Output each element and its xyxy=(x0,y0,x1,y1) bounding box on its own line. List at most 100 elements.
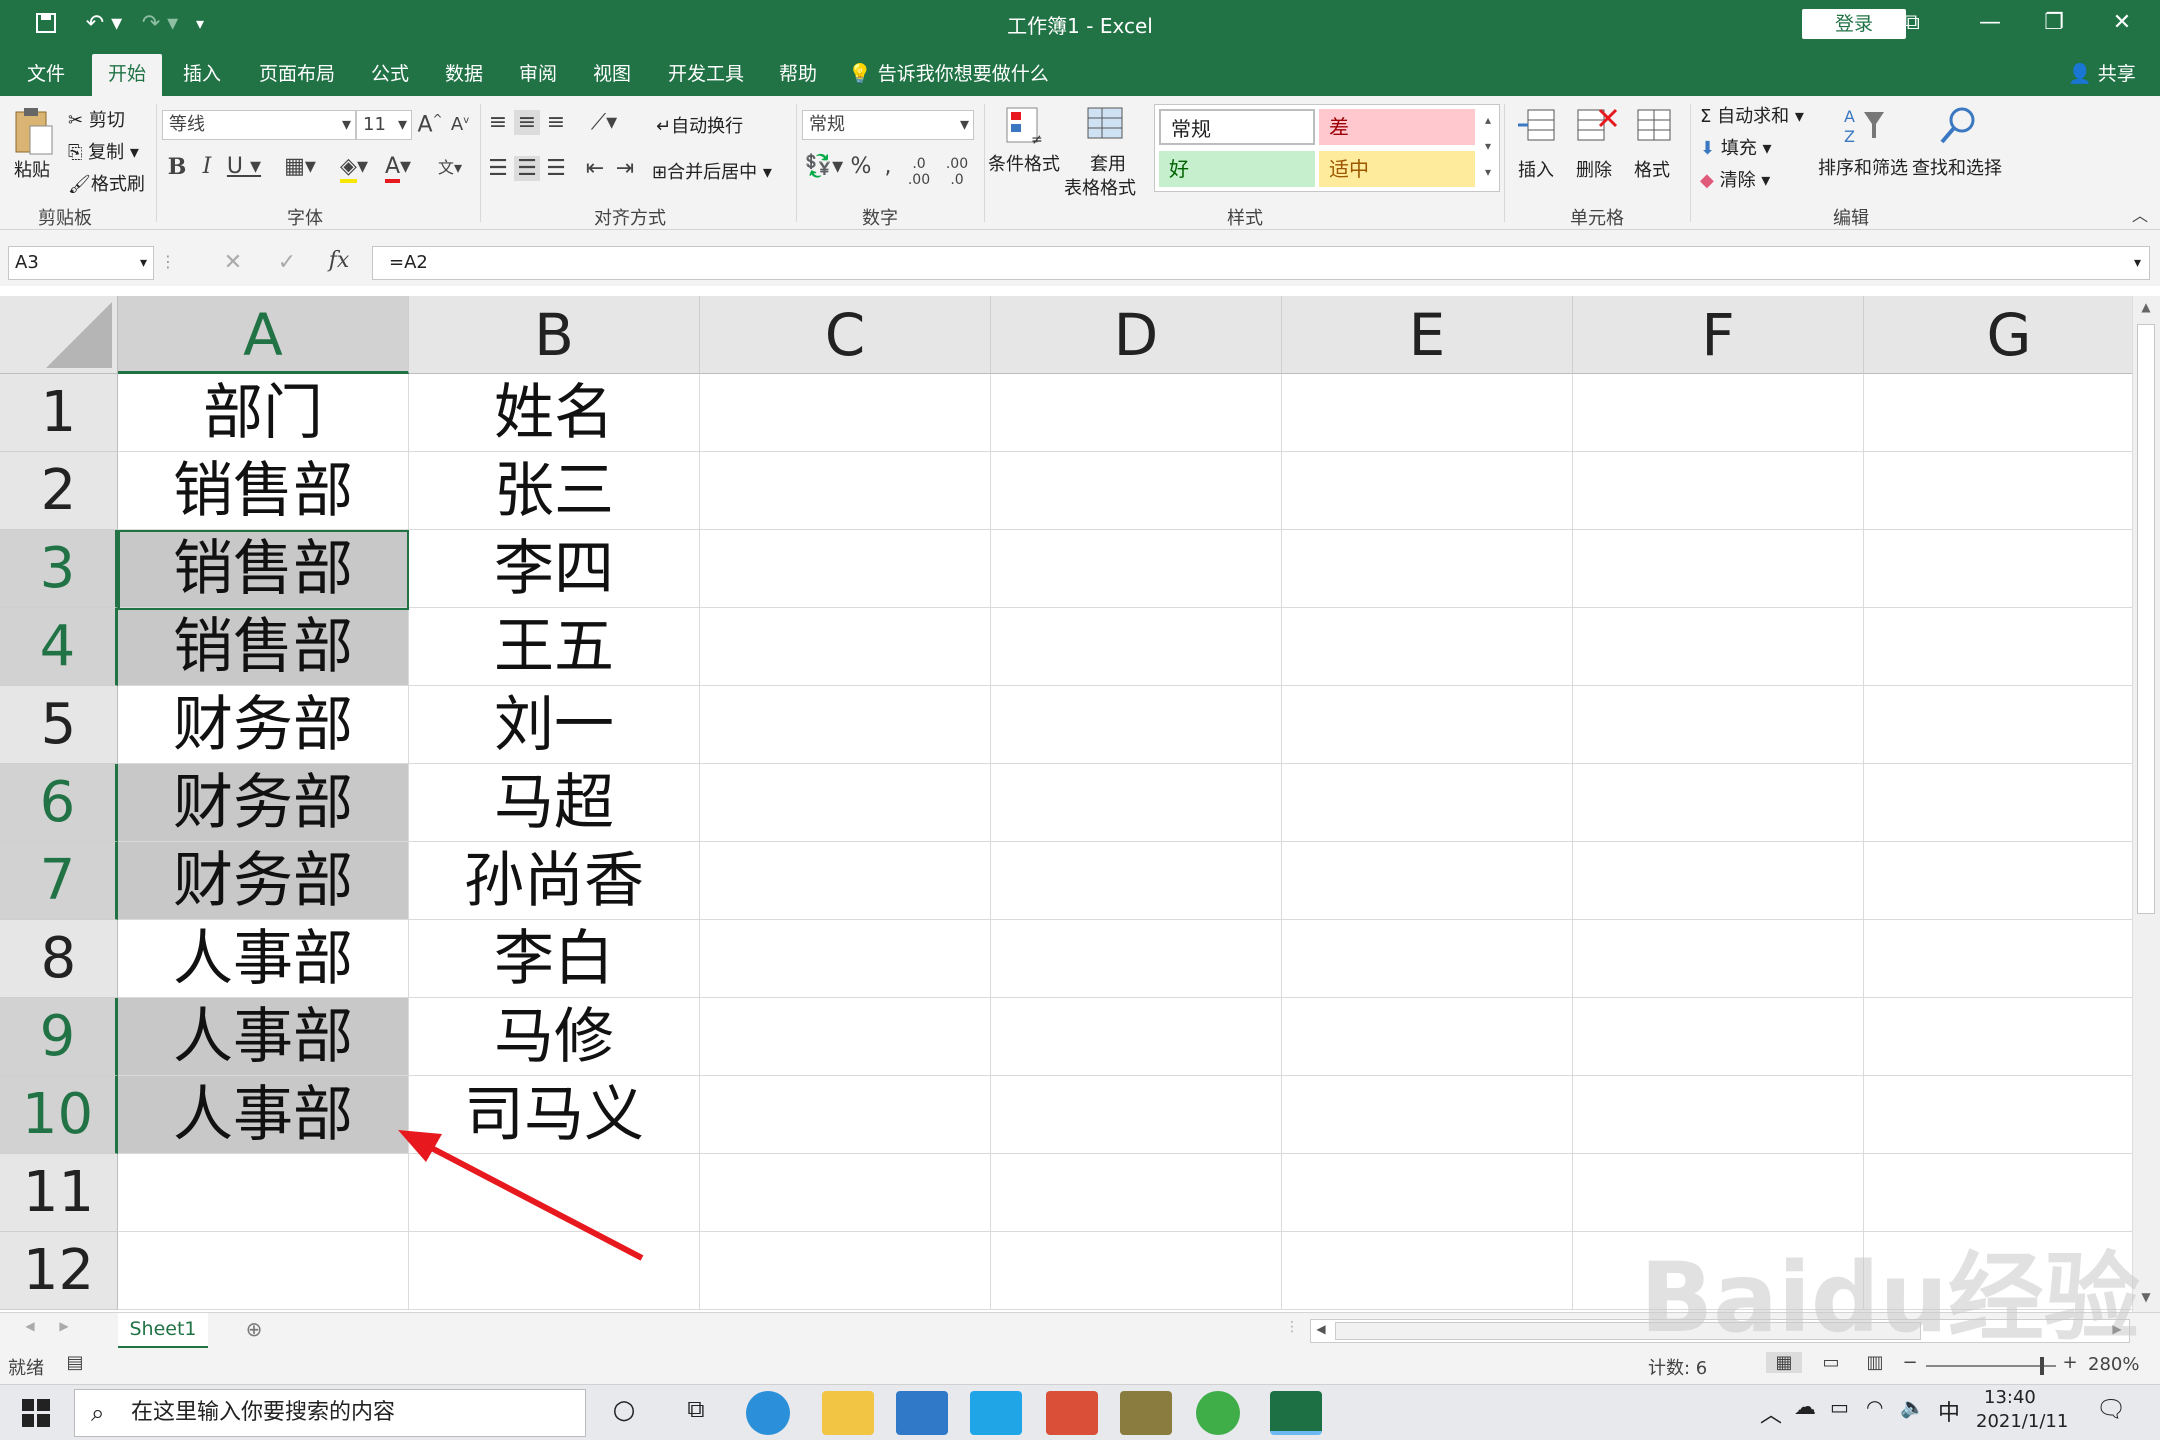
column-header-g[interactable]: G xyxy=(1864,296,2132,374)
file-explorer-icon[interactable] xyxy=(822,1391,874,1435)
scroll-up-icon[interactable]: ▲ xyxy=(2135,300,2157,314)
italic-icon[interactable]: I xyxy=(196,154,218,179)
cell-b9[interactable]: 马修 xyxy=(409,998,700,1076)
scroll-left-icon[interactable]: ◀ xyxy=(1311,1322,1331,1336)
cell-g5[interactable] xyxy=(1864,686,2132,764)
clear-button[interactable]: ◆ 清除 ▾ xyxy=(1700,166,1770,192)
column-header-e[interactable]: E xyxy=(1282,296,1573,374)
cell-b4[interactable]: 王五 xyxy=(409,608,700,686)
cell-c2[interactable] xyxy=(700,452,991,530)
tab-page-layout[interactable]: 页面布局 xyxy=(250,54,344,96)
decrease-decimal-icon[interactable]: .00.0 xyxy=(940,156,974,188)
format-as-table-button[interactable]: 套用 表格格式 xyxy=(1064,102,1148,199)
cell-g9[interactable] xyxy=(1864,998,2132,1076)
qq-icon[interactable] xyxy=(1046,1391,1098,1435)
cell-e3[interactable] xyxy=(1282,530,1573,608)
cell-a9[interactable]: 人事部 xyxy=(118,998,409,1076)
cell-e5[interactable] xyxy=(1282,686,1573,764)
font-color-icon[interactable]: A▾ xyxy=(378,154,418,183)
cell-a4[interactable]: 销售部 xyxy=(118,608,409,686)
cell-d11[interactable] xyxy=(991,1154,1282,1232)
cell-c6[interactable] xyxy=(700,764,991,842)
align-center-icon[interactable]: ☰ xyxy=(514,156,540,181)
comma-icon[interactable]: , xyxy=(878,154,898,179)
tell-me-box[interactable]: 💡 告诉我你想要做什么 xyxy=(848,54,1049,94)
column-header-a[interactable]: A xyxy=(118,296,409,374)
align-left-icon[interactable]: ☰ xyxy=(486,156,510,181)
cancel-icon[interactable]: ✕ xyxy=(218,250,248,275)
onedrive-icon[interactable]: ☁ xyxy=(1794,1395,1816,1420)
name-box[interactable]: A3 ▾ xyxy=(8,246,154,280)
cut-button[interactable]: ✂ 剪切 xyxy=(68,106,125,132)
tab-data[interactable]: 数据 xyxy=(434,54,494,96)
fill-button[interactable]: ⬇ 填充 ▾ xyxy=(1700,134,1772,160)
cell-d10[interactable] xyxy=(991,1076,1282,1154)
cell-b2[interactable]: 张三 xyxy=(409,452,700,530)
cell-c1[interactable] xyxy=(700,374,991,452)
cell-g10[interactable] xyxy=(1864,1076,2132,1154)
cell-a8[interactable]: 人事部 xyxy=(118,920,409,998)
phonetic-icon[interactable]: 文▾ xyxy=(430,154,470,178)
style-bad[interactable]: 差 xyxy=(1319,109,1475,145)
cell-g3[interactable] xyxy=(1864,530,2132,608)
vertical-scroll-thumb[interactable] xyxy=(2137,324,2155,914)
cell-e12[interactable] xyxy=(1282,1232,1573,1310)
cell-c9[interactable] xyxy=(700,998,991,1076)
cell-e11[interactable] xyxy=(1282,1154,1573,1232)
edge-icon[interactable] xyxy=(746,1391,790,1435)
column-header-b[interactable]: B xyxy=(409,296,700,374)
volume-icon[interactable]: 🔈 xyxy=(1900,1395,1925,1419)
cell-f8[interactable] xyxy=(1573,920,1864,998)
cell-a11[interactable] xyxy=(118,1154,409,1232)
cell-f10[interactable] xyxy=(1573,1076,1864,1154)
cell-g2[interactable] xyxy=(1864,452,2132,530)
minimize-icon[interactable]: — xyxy=(1960,4,2020,42)
collapse-ribbon-icon[interactable]: ︿ xyxy=(2128,202,2152,226)
tab-help[interactable]: 帮助 xyxy=(768,54,828,96)
notification-icon[interactable]: 🗨 xyxy=(2096,1395,2126,1423)
close-icon[interactable]: ✕ xyxy=(2092,4,2152,42)
cell-c8[interactable] xyxy=(700,920,991,998)
cell-g4[interactable] xyxy=(1864,608,2132,686)
cell-e6[interactable] xyxy=(1282,764,1573,842)
task-view-icon[interactable]: ⧉ xyxy=(676,1395,716,1423)
copy-button[interactable]: ⎘ 复制 ▾ xyxy=(68,138,139,164)
format-cells-button[interactable]: 格式 xyxy=(1626,102,1682,198)
fill-color-icon[interactable]: ◈▾ xyxy=(334,154,374,183)
cell-f1[interactable] xyxy=(1573,374,1864,452)
cell-d6[interactable] xyxy=(991,764,1282,842)
cell-e9[interactable] xyxy=(1282,998,1573,1076)
row-header-8[interactable]: 8 xyxy=(0,920,118,998)
cell-d8[interactable] xyxy=(991,920,1282,998)
font-name-select[interactable]: 等线 ▾ xyxy=(162,110,356,140)
row-header-11[interactable]: 11 xyxy=(0,1154,118,1232)
row-header-12[interactable]: 12 xyxy=(0,1232,118,1310)
cell-b1[interactable]: 姓名 xyxy=(409,374,700,452)
add-sheet-icon[interactable]: ⊕ xyxy=(240,1317,268,1341)
cell-g7[interactable] xyxy=(1864,842,2132,920)
sheet-tab-sheet1[interactable]: Sheet1 xyxy=(118,1313,208,1349)
tray-chevron-icon[interactable]: ︿ xyxy=(1760,1397,1782,1429)
cell-a5[interactable]: 财务部 xyxy=(118,686,409,764)
cell-a12[interactable] xyxy=(118,1232,409,1310)
row-header-6[interactable]: 6 xyxy=(0,764,118,842)
cell-e2[interactable] xyxy=(1282,452,1573,530)
cell-e10[interactable] xyxy=(1282,1076,1573,1154)
cell-e7[interactable] xyxy=(1282,842,1573,920)
cell-d1[interactable] xyxy=(991,374,1282,452)
row-header-3[interactable]: 3 xyxy=(0,530,118,608)
row-header-5[interactable]: 5 xyxy=(0,686,118,764)
cell-a10[interactable]: 人事部 xyxy=(118,1076,409,1154)
gallery-scroll[interactable]: ▴ ▾ ▾ xyxy=(1479,107,1497,189)
tab-review[interactable]: 审阅 xyxy=(508,54,568,96)
battery-icon[interactable]: ▭ xyxy=(1830,1395,1849,1419)
cell-g8[interactable] xyxy=(1864,920,2132,998)
taskbar-search-box[interactable]: ⌕ 在这里输入你要搜索的内容 xyxy=(74,1389,586,1437)
cell-e1[interactable] xyxy=(1282,374,1573,452)
tab-view[interactable]: 视图 xyxy=(582,54,642,96)
cell-a2[interactable]: 销售部 xyxy=(118,452,409,530)
bold-icon[interactable]: B xyxy=(166,154,188,180)
tab-insert[interactable]: 插入 xyxy=(172,54,232,96)
merge-center-button[interactable]: ⊞合并后居中 ▾ xyxy=(652,158,772,184)
cell-g1[interactable] xyxy=(1864,374,2132,452)
